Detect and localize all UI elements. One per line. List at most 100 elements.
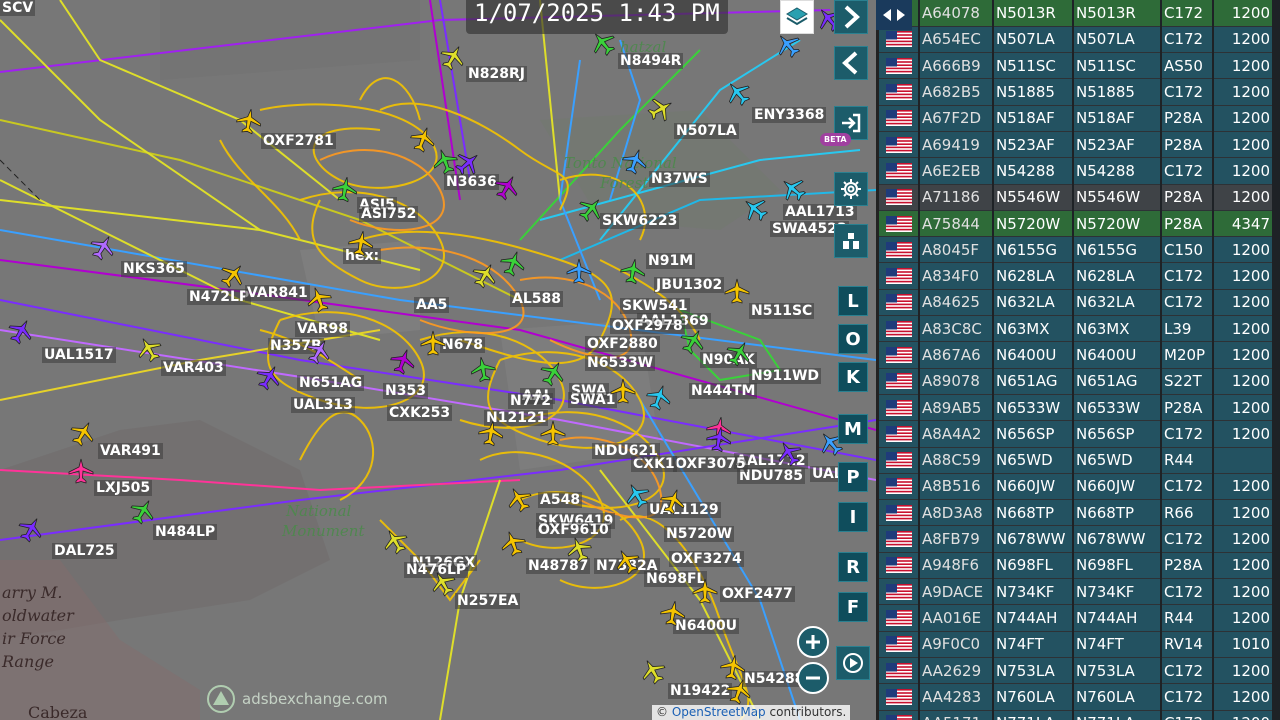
shortcut-key-p[interactable]: P	[838, 462, 868, 492]
aircraft-callsign-label[interactable]: OXF2978	[610, 318, 685, 334]
aircraft-callsign-label[interactable]: UAL1517	[42, 347, 116, 363]
aircraft-callsign-label[interactable]: OXF3274	[669, 551, 744, 567]
aircraft-callsign-label[interactable]: N651AG	[297, 375, 365, 391]
aircraft-callsign-label[interactable]: N911WD	[749, 368, 822, 384]
aircraft-callsign-label[interactable]: N444TM	[689, 383, 758, 399]
aircraft-callsign-label[interactable]: VAR403	[161, 360, 226, 376]
aircraft-icon[interactable]	[420, 330, 446, 356]
stats-button[interactable]	[834, 224, 868, 258]
aircraft-callsign-label[interactable]: N257EA	[455, 593, 521, 609]
settings-button[interactable]	[834, 172, 868, 206]
table-row[interactable]: A8FB79 N678WW N678WW C172 1200	[879, 525, 1274, 553]
aircraft-callsign-label[interactable]: N5720W	[664, 526, 735, 542]
aircraft-icon[interactable]	[618, 256, 648, 286]
aircraft-icon[interactable]	[234, 106, 264, 136]
shortcut-key-m[interactable]: M	[838, 414, 868, 444]
aircraft-callsign-label[interactable]: A548	[538, 492, 583, 508]
collapse-right-button[interactable]	[834, 0, 868, 34]
aircraft-icon[interactable]	[610, 378, 636, 404]
map-view[interactable]: arry M. oldwater ir Force Range Cabeza T…	[0, 0, 876, 720]
shortcut-key-r[interactable]: R	[838, 552, 868, 582]
aircraft-callsign-label[interactable]: JBU1302	[654, 277, 725, 293]
aircraft-callsign-label[interactable]: NDU621	[592, 443, 660, 459]
table-row[interactable]: A682B5 N51885 N51885 C172 1200	[879, 78, 1274, 106]
aircraft-icon[interactable]	[330, 174, 360, 204]
aircraft-icon[interactable]	[724, 278, 750, 304]
aircraft-callsign-label[interactable]: OXF9610	[536, 522, 611, 538]
table-row[interactable]: A6E2EB N54288 N54288 C172 1200	[879, 157, 1274, 185]
aircraft-callsign-label[interactable]: N353	[383, 383, 428, 399]
aircraft-callsign-label[interactable]: N484LP	[153, 524, 218, 540]
aircraft-icon[interactable]	[468, 354, 498, 384]
table-row[interactable]: A948F6 N698FL N698FL P28A 1200	[879, 552, 1274, 580]
aircraft-icon[interactable]	[346, 228, 376, 258]
aircraft-icon[interactable]	[566, 258, 592, 284]
aircraft-callsign-label[interactable]: SCV	[0, 0, 36, 16]
table-row[interactable]: A8D3A8 N668TP N668TP R66 1200	[879, 499, 1274, 527]
aircraft-icon[interactable]	[540, 420, 566, 446]
aircraft-callsign-label[interactable]: OXF3075	[673, 456, 748, 472]
shortcut-key-i[interactable]: I	[838, 502, 868, 532]
aircraft-icon[interactable]	[704, 424, 734, 454]
osm-link[interactable]: OpenStreetMap	[672, 705, 766, 719]
shortcut-key-f[interactable]: F	[838, 592, 868, 622]
aircraft-callsign-label[interactable]: CXK253	[387, 405, 453, 421]
table-row[interactable]: AA4283 N760LA N760LA C172 1200	[879, 683, 1274, 711]
aircraft-icon[interactable]	[68, 458, 94, 484]
aircraft-callsign-label[interactable]: N507LA	[674, 123, 739, 139]
aircraft-icon[interactable]	[476, 418, 506, 448]
shortcut-key-l[interactable]: L	[838, 286, 868, 316]
aircraft-callsign-label[interactable]: AA5	[414, 297, 450, 313]
table-row[interactable]: A654EC N507LA N507LA C172 1200	[879, 26, 1274, 54]
table-row[interactable]: A64078 N5013R N5013R C172 1200	[879, 0, 1274, 27]
aircraft-callsign-label[interactable]: ENY3368	[752, 107, 827, 123]
aircraft-callsign-label[interactable]: N8494R	[618, 53, 684, 69]
aircraft-callsign-label[interactable]: DAL725	[52, 543, 117, 559]
table-row[interactable]: A666B9 N511SC N511SC AS50 1200	[879, 52, 1274, 80]
aircraft-callsign-label[interactable]: VAR841	[245, 285, 310, 301]
aircraft-callsign-label[interactable]: VAR491	[98, 443, 163, 459]
aircraft-callsign-label[interactable]: N6533W	[585, 355, 656, 371]
table-row[interactable]: A8A4A2 N656SP N656SP C172 1200	[879, 420, 1274, 448]
table-row[interactable]: A8B516 N660JW N660JW C172 1200	[879, 473, 1274, 501]
table-row[interactable]: A88C59 N65WD N65WD R44	[879, 447, 1274, 474]
aircraft-callsign-label[interactable]: AL588	[510, 291, 563, 307]
table-row[interactable]: A9F0C0 N74FT N74FT RV14 1010	[879, 631, 1274, 658]
table-row[interactable]: A9DACE N734KF N734KF C172 1200	[879, 578, 1274, 606]
table-row[interactable]: A71186 N5546W N5546W P28A 1200	[879, 184, 1274, 211]
aircraft-callsign-label[interactable]: N91M	[646, 253, 696, 269]
aircraft-icon[interactable]	[692, 578, 718, 604]
table-row[interactable]: A89AB5 N6533W N6533W P28A 1200	[879, 394, 1274, 422]
layers-button[interactable]	[780, 0, 814, 34]
shortcut-key-k[interactable]: K	[838, 362, 868, 392]
aircraft-callsign-label[interactable]: NKS365	[121, 261, 187, 277]
shortcut-key-o[interactable]: O	[838, 324, 868, 354]
aircraft-callsign-label[interactable]: N37WS	[649, 171, 710, 187]
table-row[interactable]: A69419 N523AF N523AF P28A 1200	[879, 131, 1274, 159]
aircraft-callsign-label[interactable]: LXJ505	[94, 480, 153, 496]
aircraft-callsign-label[interactable]: OXF2477	[720, 586, 795, 602]
table-row[interactable]: A75844 N5720W N5720W P28A 4347	[879, 210, 1274, 238]
table-row[interactable]: A67F2D N518AF N518AF P28A 1200	[879, 105, 1274, 132]
aircraft-callsign-label[interactable]: N678	[440, 337, 485, 353]
panel-toggle-button[interactable]	[876, 0, 912, 30]
zoom-in-button[interactable]	[797, 626, 829, 658]
aircraft-callsign-label[interactable]: N511SC	[749, 303, 815, 319]
aircraft-icon[interactable]	[658, 598, 688, 628]
aircraft-callsign-label[interactable]: UAL313	[291, 397, 355, 413]
table-row[interactable]: AA016E N744AH N744AH R44 1200	[879, 604, 1274, 632]
expand-left-button[interactable]	[834, 46, 868, 80]
aircraft-table-panel[interactable]: A64078 N5013R N5013R C172 1200 A654EC N507LA N5…	[876, 0, 1280, 720]
aircraft-callsign-label[interactable]: N828RJ	[466, 66, 527, 82]
table-row[interactable]: A8045F N6155G N6155G C150 1200	[879, 236, 1274, 264]
table-row[interactable]: AA5171N771LAN771LAC1721200	[879, 710, 1274, 720]
table-row[interactable]: A867A6 N6400U N6400U M20P 1200	[879, 341, 1274, 369]
table-row[interactable]: A83C8C N63MX N63MX L39 1200	[879, 315, 1274, 343]
replay-button[interactable]	[836, 646, 870, 680]
aircraft-callsign-label[interactable]: SKW6223	[600, 213, 680, 229]
aircraft-callsign-label[interactable]: OXF2880	[585, 336, 660, 352]
aircraft-callsign-label[interactable]: VAR98	[295, 321, 350, 337]
aircraft-callsign-label[interactable]: SKW541	[620, 298, 690, 314]
table-row[interactable]: A84625 N632LA N632LA C172 1200	[879, 289, 1274, 317]
aircraft-callsign-label[interactable]: N472LP	[187, 289, 252, 305]
